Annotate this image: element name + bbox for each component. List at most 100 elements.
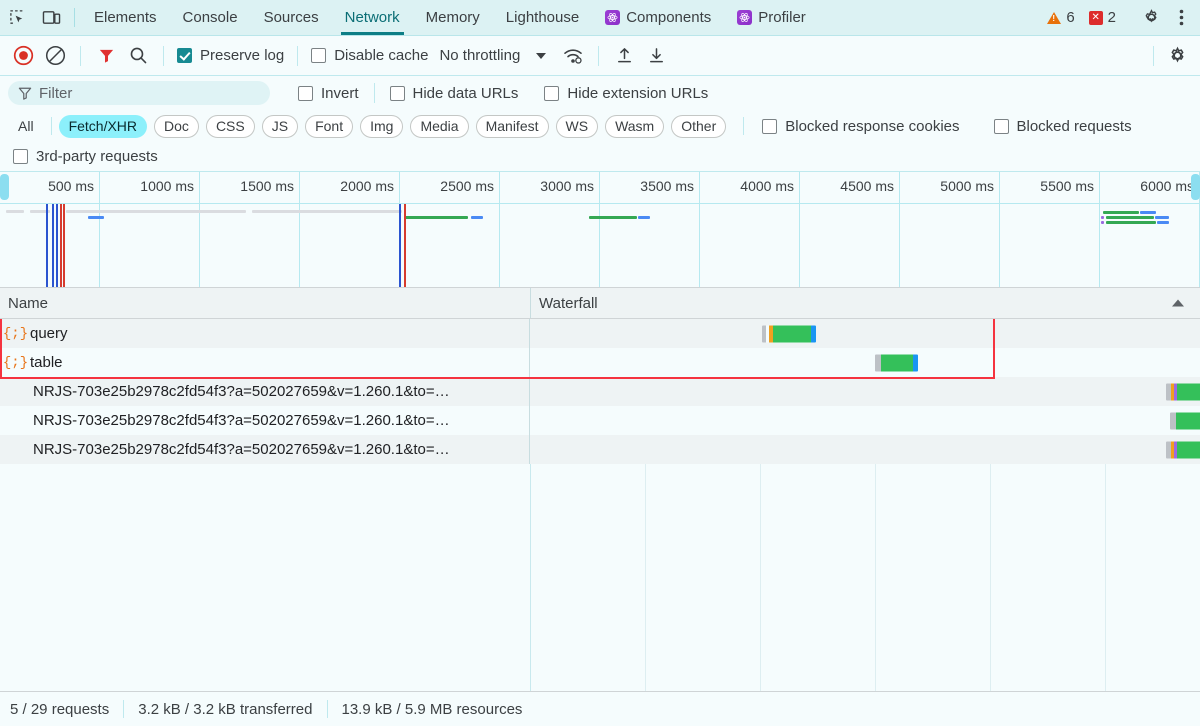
inspect-element-icon[interactable] <box>0 0 34 35</box>
preserve-log-checkbox[interactable]: Preserve log <box>174 47 287 64</box>
waterfall-bar[interactable] <box>1166 383 1200 400</box>
checkbox-box <box>389 85 405 101</box>
table-row[interactable]: {;} query <box>0 319 1200 348</box>
chip-label: Media <box>420 118 459 134</box>
request-name-cell[interactable]: NRJS-703e25b2978c2fd54f3?a=502027659&v=1… <box>0 406 530 435</box>
blocked-response-cookies-checkbox[interactable]: Blocked response cookies <box>759 118 962 135</box>
tab-label: Network <box>344 9 400 26</box>
tab-sources[interactable]: Sources <box>251 0 332 35</box>
export-har-button[interactable] <box>641 41 671 71</box>
table-row[interactable]: NRJS-703e25b2978c2fd54f3?a=502027659&v=1… <box>0 377 1200 406</box>
type-filter-ws[interactable]: WS <box>555 114 599 138</box>
request-name-cell[interactable]: NRJS-703e25b2978c2fd54f3?a=502027659&v=1… <box>0 435 530 464</box>
overview-request-band <box>638 216 650 219</box>
filter-funnel-icon <box>18 87 32 100</box>
error-count: 2 <box>1107 9 1116 26</box>
overview-request-band <box>589 216 637 219</box>
type-filter-css[interactable]: CSS <box>205 114 255 138</box>
type-filter-doc[interactable]: Doc <box>154 114 199 138</box>
network-toolbar: Preserve log Disable cache No throttling <box>0 36 1200 76</box>
type-filter-js[interactable]: JS <box>261 114 299 138</box>
more-options-icon[interactable] <box>1166 3 1196 33</box>
type-filter-other[interactable]: Other <box>671 114 727 138</box>
request-name-label: NRJS-703e25b2978c2fd54f3?a=502027659&v=1… <box>33 412 450 429</box>
tab-components[interactable]: Components <box>592 0 724 35</box>
type-filter-img[interactable]: Img <box>360 114 404 138</box>
request-name-cell[interactable]: {;} query <box>0 319 530 348</box>
column-header-name[interactable]: Name <box>0 295 530 312</box>
device-toolbar-icon[interactable] <box>34 0 68 35</box>
search-button[interactable] <box>123 41 153 71</box>
import-har-button[interactable] <box>609 41 639 71</box>
waterfall-cell[interactable] <box>530 406 1200 435</box>
summary-divider-2 <box>326 700 328 718</box>
checkbox-box <box>177 48 192 63</box>
chevron-down-icon <box>536 52 547 59</box>
waterfall-segment <box>811 325 816 342</box>
throttling-select[interactable]: No throttling <box>433 47 547 64</box>
overview-left-handle[interactable] <box>0 174 9 200</box>
transferred-summary: 3.2 kB / 3.2 kB transferred <box>138 700 313 718</box>
requests-table-body[interactable]: {;} query {;} table NRJS-703e25b2978c2fd54f3… <box>0 319 1200 691</box>
blocked-requests-checkbox[interactable]: Blocked requests <box>991 118 1135 135</box>
waterfall-cell[interactable] <box>530 319 1200 348</box>
overview-event-line <box>56 204 58 287</box>
type-filter-manifest[interactable]: Manifest <box>475 114 549 138</box>
filter-placeholder: Filter <box>39 84 73 102</box>
type-filter-font[interactable]: Font <box>305 114 354 138</box>
tab-lighthouse[interactable]: Lighthouse <box>493 0 592 35</box>
filterbar-divider-1 <box>373 83 375 103</box>
tab-label: Sources <box>263 9 319 26</box>
request-name-cell[interactable]: NRJS-703e25b2978c2fd54f3?a=502027659&v=1… <box>0 377 530 406</box>
overview-right-handle[interactable] <box>1191 174 1200 200</box>
type-filter-media[interactable]: Media <box>410 114 469 138</box>
type-filter-wasm[interactable]: Wasm <box>605 114 665 138</box>
tab-profiler[interactable]: Profiler <box>724 0 819 35</box>
network-conditions-icon[interactable] <box>558 41 588 71</box>
column-header-label: Waterfall <box>539 294 598 312</box>
table-row[interactable]: {;} table <box>0 348 1200 377</box>
column-header-waterfall[interactable]: Waterfall <box>530 288 1200 318</box>
network-settings-gear[interactable] <box>1162 41 1192 71</box>
clear-button[interactable] <box>40 41 70 71</box>
tab-network[interactable]: Network <box>332 0 413 35</box>
waterfall-cell[interactable] <box>530 377 1200 406</box>
chip-label: CSS <box>215 118 245 134</box>
tab-console[interactable]: Console <box>170 0 251 35</box>
third-party-requests-checkbox[interactable]: 3rd-party requests <box>10 148 161 165</box>
type-filter-all[interactable]: All <box>8 115 44 138</box>
chip-label: Wasm <box>615 118 655 134</box>
hide-data-urls-checkbox[interactable]: Hide data URLs <box>387 85 522 102</box>
search-input[interactable]: Filter <box>8 81 270 105</box>
filter-bar: Filter Invert Hide data URLs Hide extens… <box>0 76 1200 110</box>
invert-checkbox[interactable]: Invert <box>295 85 362 102</box>
type-filter-fetch-xhr[interactable]: Fetch/XHR <box>58 114 148 138</box>
tab-elements[interactable]: Elements <box>81 0 170 35</box>
waterfall-segment <box>881 354 913 371</box>
tabbar-right-group: 6 ✕ 2 <box>1040 0 1200 35</box>
filter-toggle[interactable] <box>91 41 121 71</box>
hide-extension-urls-checkbox[interactable]: Hide extension URLs <box>541 85 711 102</box>
tab-memory[interactable]: Memory <box>413 0 493 35</box>
overview-event-line <box>399 204 401 287</box>
request-name-cell[interactable]: {;} table <box>0 348 530 377</box>
waterfall-bar[interactable] <box>1170 412 1200 429</box>
waterfall-bar[interactable] <box>1166 441 1200 458</box>
waterfall-bar[interactable] <box>762 325 816 342</box>
table-row[interactable]: NRJS-703e25b2978c2fd54f3?a=502027659&v=1… <box>0 406 1200 435</box>
warning-counter[interactable]: 6 <box>1040 9 1081 26</box>
waterfall-bar[interactable] <box>875 354 918 371</box>
overview-request-band <box>6 210 24 213</box>
overview-tick: 6000 ms <box>0 172 1200 287</box>
disable-cache-checkbox[interactable]: Disable cache <box>308 47 431 64</box>
network-summary-bar: 5 / 29 requests 3.2 kB / 3.2 kB transfer… <box>0 691 1200 726</box>
devtools-tabbar: Elements Console Sources Network Memory … <box>0 0 1200 36</box>
network-overview-timeline[interactable]: 500 ms 1000 ms 1500 ms 2000 ms 2500 ms 3000 m… <box>0 172 1200 288</box>
error-counter[interactable]: ✕ 2 <box>1082 9 1123 26</box>
record-button[interactable] <box>8 41 38 71</box>
gear-icon[interactable] <box>1136 3 1166 33</box>
summary-divider-1 <box>123 700 125 718</box>
waterfall-cell[interactable] <box>530 348 1200 377</box>
waterfall-cell[interactable] <box>530 435 1200 464</box>
table-row[interactable]: NRJS-703e25b2978c2fd54f3?a=502027659&v=1… <box>0 435 1200 464</box>
